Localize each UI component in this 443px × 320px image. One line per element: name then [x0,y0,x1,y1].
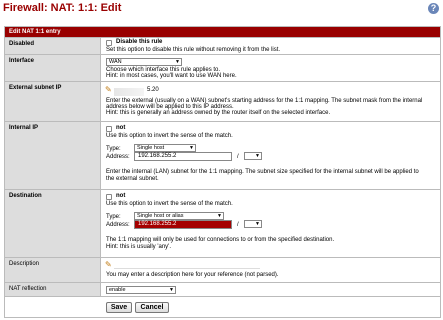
internal-address-input[interactable]: 192.168.255.2 [134,152,232,161]
destination-type-value: Single host or alias [137,213,184,219]
destination-type-select[interactable]: Single host or alias ▼ [134,212,224,220]
row-buttons: Save Cancel [5,296,440,318]
interface-select-value: WAN [109,59,122,65]
panel-header: Edit NAT 1:1 entry [5,27,440,37]
row-destination: Destination not Use this option to inver… [5,189,440,257]
internal-help-2: the external subnet. [106,176,159,182]
description-input[interactable] [114,261,260,269]
pencil-icon: ✎ [105,260,112,269]
internal-address-label: Address: [106,154,130,160]
disable-rule-checkbox[interactable] [106,40,112,46]
internal-mask-select[interactable]: ▼ [244,152,262,160]
internal-not-checkbox[interactable] [106,126,112,132]
destination-address-input[interactable]: 192.168.255.2 [134,220,232,229]
description-help: You may enter a description here for you… [106,272,279,278]
chevron-down-icon: ▼ [189,145,194,151]
nat-reflection-label: NAT reflection [5,283,101,296]
disabled-help: Set this option to disable this rule wit… [106,47,281,53]
disable-rule-label: Disable this rule [116,39,163,45]
destination-label: Destination [5,190,101,257]
destination-type-label: Type: [106,214,121,220]
chevron-down-icon: ▼ [255,153,260,159]
row-nat-reflection: NAT reflection enable ▼ [5,282,440,296]
destination-address-label: Address: [106,222,130,228]
destination-slash: / [237,222,239,228]
chevron-down-icon: ▼ [175,59,180,65]
destination-mask-select[interactable]: ▼ [244,220,262,228]
pencil-icon: ✎ [105,85,112,94]
internal-help-1: Enter the internal (LAN) subnet for the … [106,169,419,175]
internal-type-value: Single host [137,145,165,151]
destination-not-label: not [116,193,126,199]
destination-help-2: Hint: this is usually 'any'. [106,244,171,250]
row-description: Description ✎ You may enter a descriptio… [5,257,440,282]
cancel-button[interactable]: Cancel [135,302,169,313]
interface-label: Interface [5,55,101,81]
row-internal-ip: Internal IP not Use this option to inver… [5,121,440,189]
chevron-down-icon: ▼ [169,287,174,293]
external-subnet-input[interactable]: 5.20 [144,87,170,96]
internal-slash: / [237,154,239,160]
save-button[interactable]: Save [106,302,132,313]
help-icon[interactable]: ? [428,3,439,14]
description-label: Description [5,258,101,282]
internal-invert-help: Use this option to invert the sense of t… [106,133,233,139]
destination-not-checkbox[interactable] [106,194,112,200]
destination-invert-help: Use this option to invert the sense of t… [106,201,233,207]
row-external-subnet: External subnet IP ✎ 5.20 Enter the exte… [5,81,440,121]
internal-not-label: not [116,125,126,131]
chevron-down-icon: ▼ [255,221,260,227]
external-subnet-help-3: Hint: this is generally an address owned… [106,110,331,116]
nat-reflection-select[interactable]: enable ▼ [106,286,176,294]
nat-edit-form: Edit NAT 1:1 entry Disabled Disable this… [4,26,441,318]
disabled-label: Disabled [5,38,101,54]
row-interface: Interface WAN ▼ Choose which interface t… [5,54,440,81]
chevron-down-icon: ▼ [217,213,222,219]
internal-ip-label: Internal IP [5,122,101,189]
external-subnet-label: External subnet IP [5,82,101,121]
internal-type-label: Type: [106,146,121,152]
interface-select[interactable]: WAN ▼ [106,58,182,66]
destination-help-1: The 1:1 mapping will only be used for co… [106,237,335,243]
row-disabled: Disabled Disable this rule Set this opti… [5,37,440,54]
interface-help-2: Hint: in most cases, you'll want to use … [106,73,237,79]
internal-type-select[interactable]: Single host ▼ [134,144,196,152]
redacted-region [114,88,144,96]
page-title: Firewall: NAT: 1:1: Edit [3,2,122,14]
nat-reflection-value: enable [109,287,126,293]
